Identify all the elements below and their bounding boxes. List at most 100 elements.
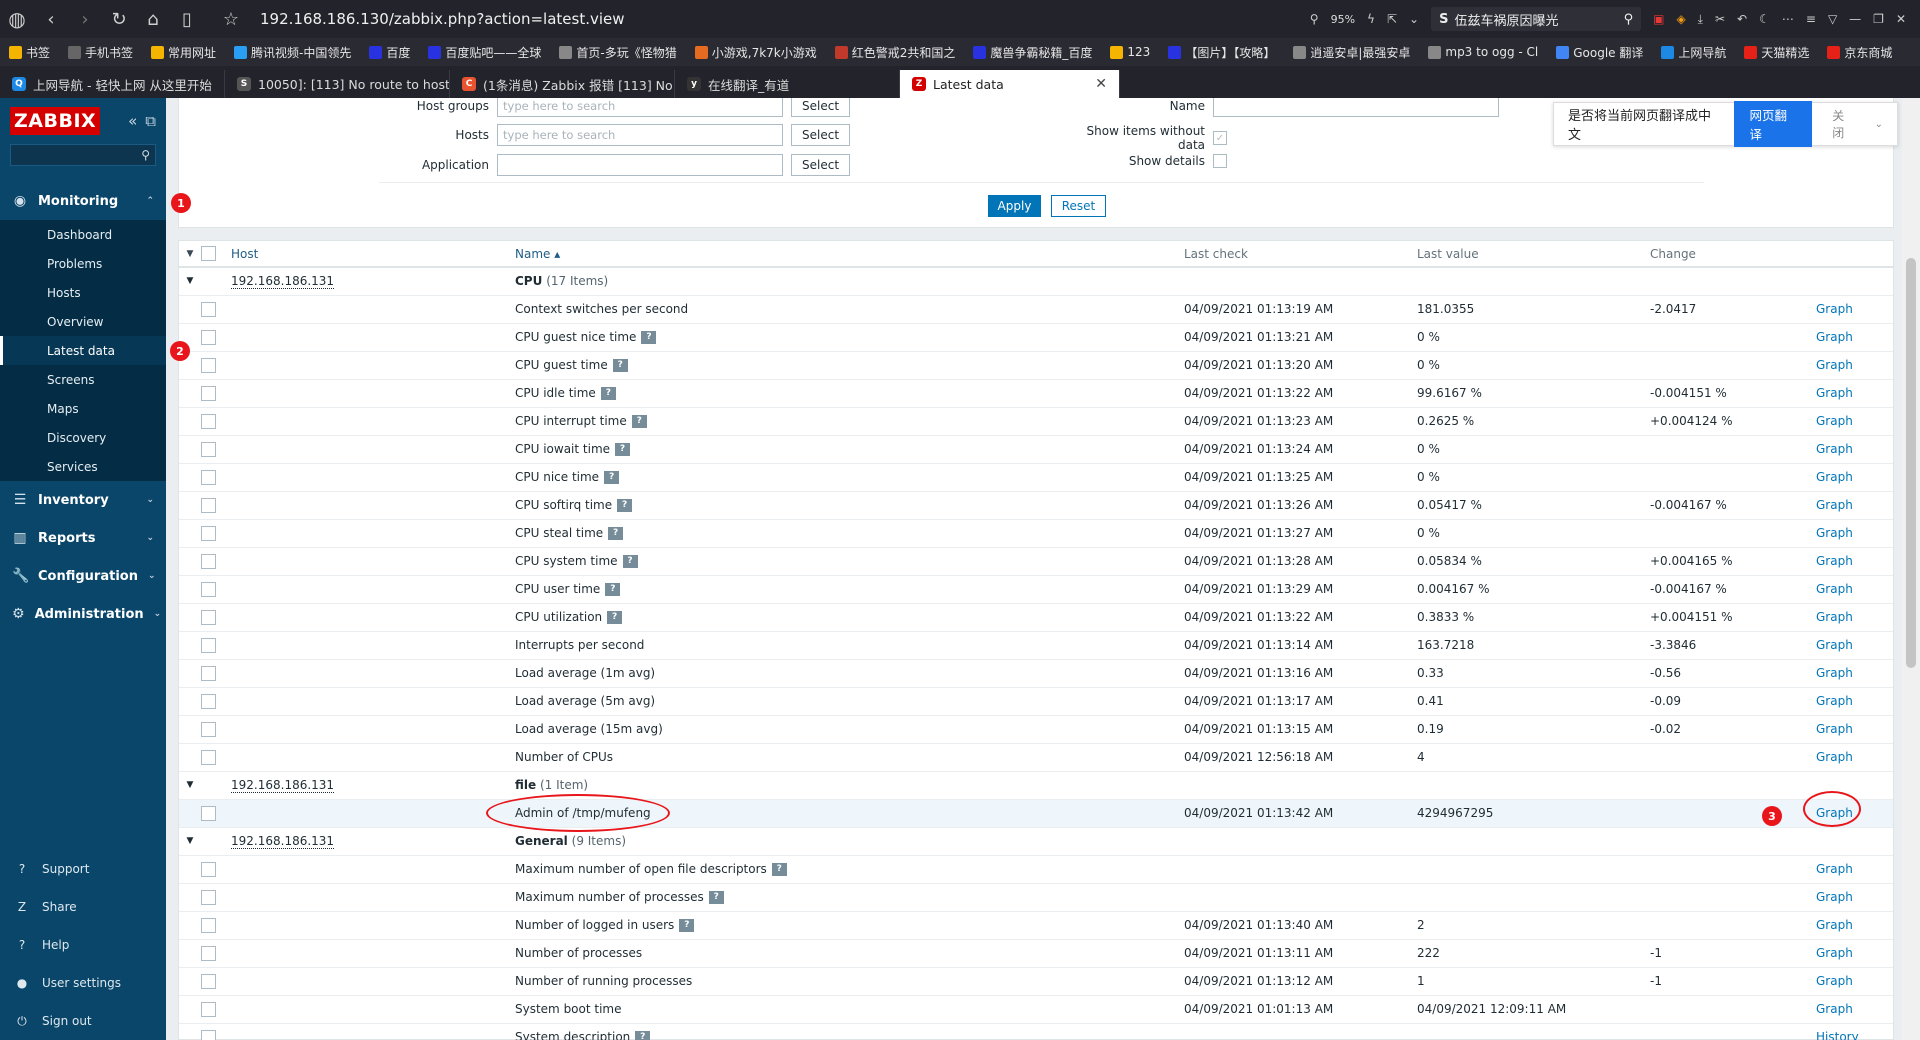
graph-link[interactable]: Graph	[1816, 946, 1853, 960]
row-checkbox[interactable]	[201, 749, 216, 765]
submenu-item-maps[interactable]: Maps	[0, 394, 166, 423]
row-checkbox[interactable]	[201, 581, 216, 597]
sidebar-item-monitoring[interactable]: ◉ Monitoring ⌃	[0, 182, 166, 220]
show-details-checkbox[interactable]	[1213, 154, 1227, 168]
graph-link[interactable]: Graph	[1816, 918, 1853, 932]
submenu-item-problems[interactable]: Problems	[0, 249, 166, 278]
graph-link[interactable]: Graph	[1816, 330, 1853, 344]
browser-tab[interactable]: C (1条消息) Zabbix 报错 [113] No	[450, 70, 675, 98]
bookmark-item[interactable]: 百度	[360, 38, 419, 66]
show-items-without-data-checkbox[interactable]: ✓	[1213, 131, 1227, 145]
graph-link[interactable]: Graph	[1816, 582, 1853, 596]
submenu-item-services[interactable]: Services	[0, 452, 166, 481]
scissors-icon[interactable]: ✂	[1715, 12, 1725, 26]
sidebar-bottom-user-settings[interactable]: ● User settings	[0, 964, 166, 1002]
collapse-group-icon[interactable]: ▼	[179, 771, 201, 800]
help-hint-icon[interactable]: ?	[635, 1031, 651, 1040]
row-checkbox[interactable]	[201, 805, 216, 821]
apply-button[interactable]: Apply	[988, 195, 1041, 217]
help-hint-icon[interactable]: ?	[615, 443, 631, 456]
graph-link[interactable]: Graph	[1816, 442, 1853, 456]
sidebar-bottom-help[interactable]: ? Help	[0, 926, 166, 964]
graph-link[interactable]: Graph	[1816, 638, 1853, 652]
hosts-select-button[interactable]: Select	[791, 124, 851, 146]
night-mode-icon[interactable]: ☾	[1759, 12, 1770, 26]
restore-icon[interactable]: ❐	[1873, 12, 1884, 26]
host-groups-input[interactable]: type here to search	[497, 98, 783, 117]
graph-link[interactable]: Graph	[1816, 526, 1853, 540]
row-checkbox[interactable]	[201, 525, 216, 541]
forward-icon[interactable]: ›	[68, 4, 102, 34]
graph-link[interactable]: Graph	[1816, 554, 1853, 568]
help-hint-icon[interactable]: ?	[612, 359, 628, 372]
host-link[interactable]: 192.168.186.131	[231, 274, 335, 290]
graph-link[interactable]: Graph	[1816, 890, 1853, 904]
row-checkbox[interactable]	[201, 693, 216, 709]
sidebar-item-administration[interactable]: ⚙ Administration ⌄	[0, 595, 166, 633]
graph-link[interactable]: Graph	[1816, 498, 1853, 512]
column-host[interactable]: Host	[231, 247, 258, 261]
help-hint-icon[interactable]: ?	[631, 415, 647, 428]
graph-link[interactable]: Graph	[1816, 862, 1853, 876]
bookmark-item[interactable]: mp3 to ogg - Cl	[1419, 38, 1547, 66]
search-text[interactable]: 伍兹车祸原因曝光	[1454, 10, 1558, 29]
lightning-icon[interactable]: ϟ	[1367, 12, 1375, 26]
graph-link[interactable]: Graph	[1816, 414, 1853, 428]
menu-icon[interactable]: ≡	[1806, 12, 1816, 26]
star-icon[interactable]: ☆	[214, 4, 248, 34]
graph-link[interactable]: Graph	[1816, 470, 1853, 484]
reload-icon[interactable]: ↻	[102, 4, 136, 34]
row-checkbox[interactable]	[201, 441, 216, 457]
help-hint-icon[interactable]: ?	[679, 919, 695, 932]
scrollbar-thumb[interactable]	[1906, 258, 1916, 668]
help-hint-icon[interactable]: ?	[641, 331, 657, 344]
row-checkbox[interactable]	[201, 945, 216, 961]
row-checkbox[interactable]	[201, 1029, 216, 1040]
row-checkbox[interactable]	[201, 665, 216, 681]
bookmark-item[interactable]: 123	[1101, 38, 1159, 66]
bookmark-item[interactable]: 逍遥安卓|最强安卓	[1284, 38, 1419, 66]
help-hint-icon[interactable]: ?	[771, 863, 787, 876]
application-select-button[interactable]: Select	[791, 154, 851, 176]
row-checkbox[interactable]	[201, 721, 216, 737]
graph-link[interactable]: Graph	[1816, 722, 1853, 736]
graph-link[interactable]: Graph	[1816, 1002, 1853, 1016]
collapse-sidebar-icon[interactable]: «	[128, 112, 137, 130]
submenu-item-hosts[interactable]: Hosts	[0, 278, 166, 307]
bookmark-item[interactable]: 首页-多玩《怪物猎	[550, 38, 685, 66]
translate-page-button[interactable]: 网页翻译	[1733, 101, 1813, 147]
bookmark-item[interactable]: 京东商城	[1818, 38, 1901, 66]
browser-search-box[interactable]: S 伍兹车祸原因曝光 ⚲	[1431, 7, 1642, 31]
graph-link[interactable]: Graph	[1816, 358, 1853, 372]
browser-tab[interactable]: S 10050]: [113] No route to host	[225, 70, 450, 98]
row-checkbox[interactable]	[201, 357, 216, 373]
reset-button[interactable]: Reset	[1051, 195, 1106, 217]
row-checkbox[interactable]	[201, 609, 216, 625]
hosts-input[interactable]: type here to search	[497, 124, 783, 146]
name-input[interactable]	[1213, 98, 1499, 117]
translate-close-button[interactable]: 关闭	[1832, 107, 1854, 141]
bookmark-item[interactable]: 天猫精选	[1735, 38, 1818, 66]
submenu-item-overview[interactable]: Overview	[0, 307, 166, 336]
close-tab-icon[interactable]: ✕	[1095, 76, 1107, 92]
zoom-level[interactable]: 95%	[1331, 13, 1355, 26]
back-icon[interactable]: ‹	[34, 4, 68, 34]
sidebar-bottom-share[interactable]: Z Share	[0, 888, 166, 926]
sidebar-search-input[interactable]: ⚲	[10, 144, 156, 166]
graph-link[interactable]: Graph	[1816, 666, 1853, 680]
row-checkbox[interactable]	[201, 553, 216, 569]
graph-link[interactable]: Graph	[1816, 610, 1853, 624]
address-bar[interactable]: 192.168.186.130/zabbix.php?action=latest…	[260, 10, 625, 28]
minimize-icon[interactable]: —	[1849, 12, 1861, 26]
row-checkbox[interactable]	[201, 973, 216, 989]
download-icon[interactable]: ⤓	[1698, 12, 1703, 27]
pdf-icon[interactable]: ▣	[1653, 12, 1664, 26]
help-hint-icon[interactable]: ?	[604, 471, 620, 484]
row-checkbox[interactable]	[201, 637, 216, 653]
help-hint-icon[interactable]: ?	[622, 555, 638, 568]
host-groups-select-button[interactable]: Select	[791, 98, 851, 117]
submenu-item-latest-data[interactable]: Latest data	[0, 336, 166, 365]
zoom-icon[interactable]: ⚲	[1310, 12, 1319, 26]
help-hint-icon[interactable]: ?	[605, 583, 621, 596]
graph-link[interactable]: Graph	[1816, 302, 1853, 316]
